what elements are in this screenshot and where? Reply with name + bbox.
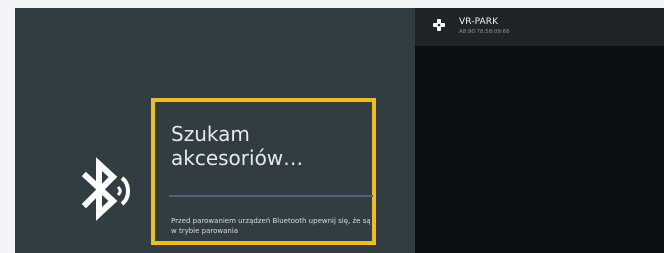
searching-title-line-1: Szukam	[171, 122, 250, 146]
search-status-highlight: Szukam akcesoriów… Przed parowaniem urzą…	[151, 98, 376, 245]
device-row-vr-park[interactable]: VR-PARK A8:90:78:58:09:66	[415, 8, 664, 46]
device-address: A8:90:78:58:09:66	[459, 29, 510, 35]
bluetooth-searching-icon	[81, 157, 130, 221]
searching-title: Szukam akcesoriów…	[171, 122, 371, 170]
android-tv-bluetooth-screen: Szukam akcesoriów… Przed parowaniem urzą…	[15, 8, 664, 253]
pairing-hint: Przed parowaniem urządzeń Bluetooth upew…	[171, 217, 371, 235]
searching-title-line-2: akcesoriów…	[171, 146, 304, 170]
pairing-panel: Szukam akcesoriów… Przed parowaniem urzą…	[15, 8, 415, 253]
gamepad-icon	[433, 19, 445, 31]
search-progress-line	[169, 195, 373, 197]
device-list-panel: VR-PARK A8:90:78:58:09:66	[415, 8, 664, 253]
device-name: VR-PARK	[459, 17, 499, 27]
